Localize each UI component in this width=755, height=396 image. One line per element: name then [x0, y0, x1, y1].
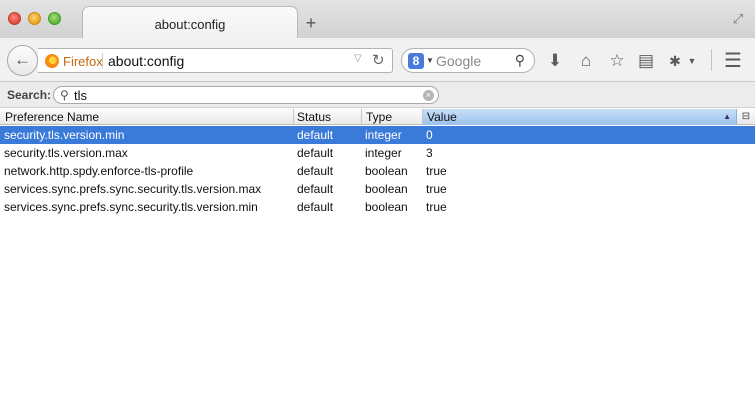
- navigation-toolbar: Firefox about:config ▽ ↻ ← 8 ▼ Google ⚲ …: [0, 38, 755, 82]
- table-row[interactable]: network.http.spdy.enforce-tls-profile de…: [0, 162, 755, 180]
- pref-status: default: [297, 164, 334, 178]
- download-icon[interactable]: ⬇: [544, 50, 566, 72]
- pref-type: boolean: [365, 200, 408, 214]
- pref-name: services.sync.prefs.sync.security.tls.ve…: [4, 182, 262, 196]
- google-icon[interactable]: 8: [408, 53, 424, 69]
- pref-type: integer: [365, 146, 402, 160]
- zoom-window-button[interactable]: [48, 12, 61, 25]
- back-button[interactable]: ←: [7, 45, 38, 76]
- url-input[interactable]: about:config: [108, 53, 184, 69]
- close-window-button[interactable]: [8, 12, 21, 25]
- pref-status: default: [297, 146, 334, 160]
- reload-icon[interactable]: ↻: [372, 51, 385, 69]
- search-icon: ⚲: [60, 88, 69, 102]
- search-input[interactable]: Google: [436, 53, 481, 69]
- pref-name: security.tls.version.min: [4, 128, 125, 142]
- engine-dropdown-icon[interactable]: ▼: [426, 56, 434, 65]
- column-picker-icon[interactable]: ⊟: [737, 109, 755, 125]
- addon-dropdown-icon[interactable]: ▼: [686, 50, 698, 72]
- search-bar[interactable]: 8 ▼ Google ⚲: [401, 48, 535, 73]
- minimize-window-button[interactable]: [28, 12, 41, 25]
- pref-status: default: [297, 128, 334, 142]
- column-header-value-label: Value: [427, 110, 457, 124]
- title-bar: about:config + ⤢: [0, 0, 755, 40]
- clear-search-icon[interactable]: ×: [423, 90, 434, 101]
- bookmark-star-icon[interactable]: ☆: [606, 50, 628, 72]
- tab-title: about:config: [154, 17, 226, 32]
- pref-type: boolean: [365, 182, 408, 196]
- toolbar-separator: [711, 49, 712, 71]
- pref-name: services.sync.prefs.sync.security.tls.ve…: [4, 200, 258, 214]
- table-row[interactable]: services.sync.prefs.sync.security.tls.ve…: [0, 198, 755, 216]
- pref-name: network.http.spdy.enforce-tls-profile: [4, 164, 194, 178]
- pref-value: 0: [426, 128, 433, 142]
- pref-type: integer: [365, 128, 402, 142]
- new-tab-button[interactable]: +: [303, 14, 319, 32]
- identity-separator: [102, 53, 103, 69]
- addon-bug-icon[interactable]: ✱: [664, 50, 686, 72]
- identity-label[interactable]: Firefox: [63, 54, 103, 69]
- back-arrow-icon: ←: [14, 50, 31, 69]
- search-label: Search:: [7, 88, 52, 102]
- bookmarks-list-icon[interactable]: ▤: [635, 50, 657, 72]
- preferences-tree[interactable]: Preference Name Status Type Value ▲ ⊟ se…: [0, 109, 755, 396]
- column-header-type[interactable]: Type: [362, 109, 423, 125]
- tree-header: Preference Name Status Type Value ▲ ⊟: [0, 109, 755, 125]
- config-search-bar: Search: ⚲ tls ×: [0, 82, 755, 108]
- search-magnifier-icon[interactable]: ⚲: [515, 52, 525, 69]
- pref-value: 3: [426, 146, 433, 160]
- tab-about-config[interactable]: about:config: [82, 6, 298, 40]
- pref-status: default: [297, 182, 334, 196]
- firefox-icon: [45, 54, 59, 68]
- table-row[interactable]: security.tls.version.max default integer…: [0, 144, 755, 162]
- table-row[interactable]: security.tls.version.min default integer…: [0, 126, 755, 144]
- sort-ascending-icon: ▲: [723, 112, 731, 121]
- config-search-input[interactable]: ⚲ tls ×: [53, 86, 439, 104]
- pref-value: true: [426, 164, 447, 178]
- pref-name: security.tls.version.max: [4, 146, 128, 160]
- table-row[interactable]: services.sync.prefs.sync.security.tls.ve…: [0, 180, 755, 198]
- pref-status: default: [297, 200, 334, 214]
- pref-value: true: [426, 200, 447, 214]
- url-bar[interactable]: Firefox about:config ▽ ↻: [38, 48, 393, 73]
- config-search-value[interactable]: tls: [74, 88, 87, 103]
- fullscreen-icon[interactable]: ⤢: [731, 12, 745, 26]
- pref-value: true: [426, 182, 447, 196]
- home-icon[interactable]: ⌂: [575, 50, 597, 72]
- history-dropdown-icon[interactable]: ▽: [354, 53, 362, 64]
- menu-hamburger-icon[interactable]: ☰: [722, 50, 744, 72]
- column-header-value[interactable]: Value ▲: [423, 109, 737, 125]
- column-header-name[interactable]: Preference Name: [0, 109, 294, 125]
- pref-type: boolean: [365, 164, 408, 178]
- column-header-status[interactable]: Status: [294, 109, 362, 125]
